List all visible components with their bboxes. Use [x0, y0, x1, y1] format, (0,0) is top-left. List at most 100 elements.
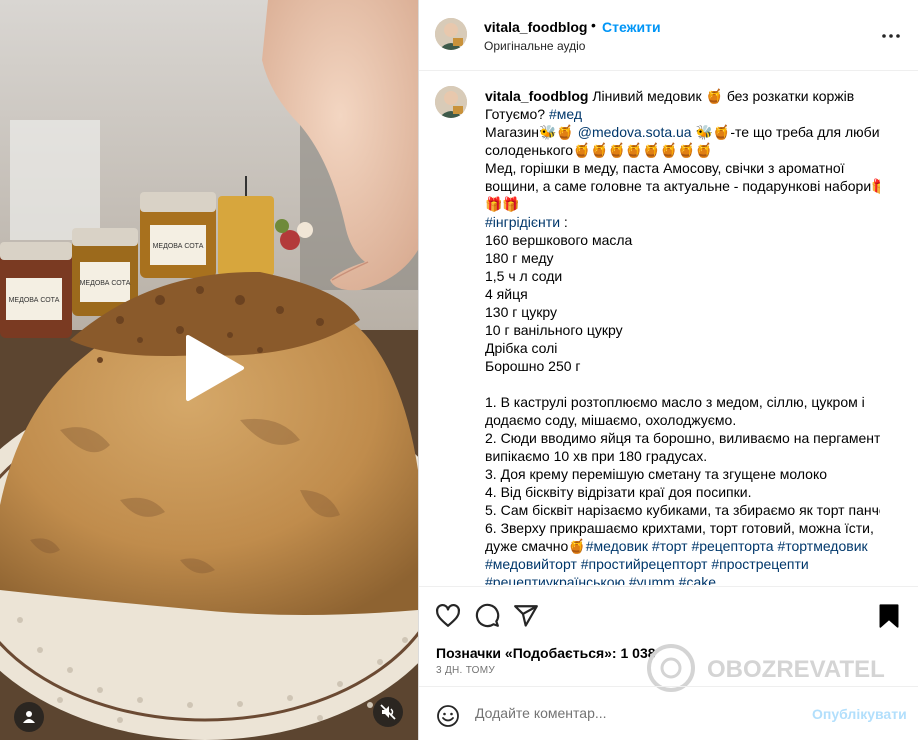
caption-line-text: Готуємо?	[485, 106, 549, 122]
audio-link[interactable]: Оригінальне аудіо	[484, 39, 585, 53]
comment-button[interactable]	[474, 603, 500, 629]
hashtag-link[interactable]: @medova.sota.ua	[578, 124, 692, 140]
svg-text:OBOZREVATEL: OBOZREVATEL	[707, 656, 885, 683]
caption-line: Магазин🐝🍯 @medova.sota.ua 🐝🍯-те що треба…	[485, 123, 880, 141]
play-icon	[186, 335, 244, 401]
caption-line: 4 яйця	[485, 285, 880, 303]
caption-line: vitala_foodblog Лінивий медовик 🍯 без ро…	[485, 87, 880, 105]
hashtag-link[interactable]: #медовик #торт #рецепторта #тортмедовик	[586, 538, 868, 554]
comment-bar: Опублікувати	[419, 686, 918, 740]
caption-line-text: 3. Доя крему перемішую сметану та згущен…	[485, 466, 828, 482]
caption-line-text: випікаємо 10 хв при 180 градусах.	[485, 448, 708, 464]
caption-line: #медовийторт #простийрецепторт #прострец…	[485, 555, 880, 573]
caption-line: Дрібка солі	[485, 339, 880, 357]
jar-label: МЕДОВА СОТА	[80, 280, 131, 287]
caption-line-text: 2. Сюди вводимо яйця та борошно, виливає…	[485, 430, 880, 446]
caption-text: vitala_foodblog Лінивий медовик 🍯 без ро…	[485, 87, 880, 585]
caption-line-text: Магазин🐝🍯	[485, 124, 578, 140]
caption-line-text: вощини, а саме головне та актуальне - по…	[485, 178, 880, 194]
caption-area: vitala_foodblog Лінивий медовик 🍯 без ро…	[419, 72, 918, 585]
caption-line-text: Мед, горішки в меду, паста Амосову, свіч…	[485, 160, 845, 176]
likes-count[interactable]: Позначки «Подобається»: 1 038	[436, 645, 656, 661]
caption-line: 6. Зверху прикрашаємо крихтами, торт гот…	[485, 519, 880, 537]
caption-line-text: 130 г цукру	[485, 304, 558, 320]
hashtag-link[interactable]: #мед	[549, 106, 582, 122]
more-options-button[interactable]	[879, 26, 903, 46]
caption-line: додаємо соду, мішаємо, охолоджуємо.	[485, 411, 880, 429]
caption-line-text: 5. Сам бісквіт нарізаємо кубиками, та зб…	[485, 502, 880, 518]
separator-dot: •	[591, 17, 596, 33]
heart-icon	[436, 603, 460, 627]
like-button[interactable]	[435, 603, 461, 629]
action-section: Позначки «Подобається»: 1 038 3 ДН. ТОМУ…	[419, 586, 918, 740]
jar-label: МЕДОВА СОТА	[153, 243, 204, 250]
caption-line: вощини, а саме головне та актуальне - по…	[485, 177, 880, 195]
caption-line-text: 160 вершкового масла	[485, 232, 633, 248]
video-player[interactable]: МЕДОВА СОТА МЕДОВА СОТА МЕДОВА СОТА	[0, 0, 418, 740]
publish-button[interactable]: Опублікувати	[812, 706, 907, 722]
hashtag-link[interactable]: #інгрідієнти	[485, 214, 560, 230]
share-button[interactable]	[513, 603, 539, 629]
follow-button[interactable]: Стежити	[602, 19, 661, 35]
caption-line: Мед, горішки в меду, паста Амосову, свіч…	[485, 159, 880, 177]
avatar[interactable]	[435, 86, 467, 118]
caption-line-text: солоденького🍯🍯🍯🍯🍯🍯🍯🍯	[485, 142, 713, 158]
caption-line: дуже смачно🍯#медовик #торт #рецепторта #…	[485, 537, 880, 555]
caption-line	[485, 375, 880, 393]
caption-line: 🎁🎁	[485, 195, 880, 213]
caption-line-text: Дрібка солі	[485, 340, 558, 356]
caption-username[interactable]: vitala_foodblog	[485, 88, 588, 104]
jar-label: МЕДОВА СОТА	[9, 297, 60, 304]
comment-input[interactable]	[475, 705, 795, 721]
caption-line-text: 1,5 ч л соди	[485, 268, 563, 284]
avatar[interactable]	[435, 18, 467, 50]
user-icon	[23, 711, 35, 723]
tagged-users-button[interactable]	[14, 702, 44, 732]
post-panel: vitala_foodblog • Стежити Оригінальне ау…	[418, 0, 918, 740]
comment-icon	[475, 603, 500, 628]
bookmark-filled-icon	[879, 604, 899, 628]
send-icon	[514, 605, 538, 627]
caption-line-text: 🐝🍯-те що треба для любителів	[695, 124, 880, 140]
caption-line: 1. В каструлі розтоплюємо масло з медом,…	[485, 393, 880, 411]
hashtag-link[interactable]: #медовийторт #простийрецепторт #прострец…	[485, 556, 809, 572]
header-username[interactable]: vitala_foodblog	[484, 19, 587, 35]
caption-line: 160 вершкового масла	[485, 231, 880, 249]
caption-line-text: 1. В каструлі розтоплюємо масло з медом,…	[485, 394, 865, 410]
speaker-muted-icon	[380, 704, 396, 720]
play-button[interactable]	[178, 333, 248, 403]
caption-line: 130 г цукру	[485, 303, 880, 321]
caption-line-text: додаємо соду, мішаємо, охолоджуємо.	[485, 412, 737, 428]
caption-line-text: 180 г меду	[485, 250, 554, 266]
caption-line: Борошно 250 г	[485, 357, 880, 375]
caption-line: солоденького🍯🍯🍯🍯🍯🍯🍯🍯	[485, 141, 880, 159]
post-header: vitala_foodblog • Стежити Оригінальне ау…	[419, 0, 918, 71]
post-time[interactable]: 3 ДН. ТОМУ	[436, 665, 495, 676]
caption-line-text: 6. Зверху прикрашаємо крихтами, торт гот…	[485, 520, 874, 536]
caption-line: 180 г меду	[485, 249, 880, 267]
caption-line: 5. Сам бісквіт нарізаємо кубиками, та зб…	[485, 501, 880, 519]
caption-line: 1,5 ч л соди	[485, 267, 880, 285]
caption-line-text: :	[560, 214, 568, 230]
mute-button[interactable]	[373, 697, 403, 727]
avatar-image	[435, 18, 467, 50]
caption-line-text: 4 яйця	[485, 286, 528, 302]
smiley-icon	[437, 705, 459, 727]
caption-line-text: 4. Від бісквіту відрізати краї доя посип…	[485, 484, 752, 500]
caption-line: Готуємо? #мед	[485, 105, 880, 123]
more-horizontal-icon	[882, 34, 900, 38]
caption-line: #інгрідієнти :	[485, 213, 880, 231]
caption-line: 10 г ванільного цукру	[485, 321, 880, 339]
post-dialog: МЕДОВА СОТА МЕДОВА СОТА МЕДОВА СОТА vita…	[0, 0, 918, 740]
avatar-image	[435, 86, 467, 118]
emoji-button[interactable]	[436, 704, 460, 728]
caption-line: випікаємо 10 хв при 180 градусах.	[485, 447, 880, 465]
caption-line: 3. Доя крему перемішую сметану та згущен…	[485, 465, 880, 483]
hashtag-link[interactable]: #рецептиукраїнською #yumm #cake	[485, 574, 716, 585]
caption-line-text: 10 г ванільного цукру	[485, 322, 623, 338]
caption-line: #рецептиукраїнською #yumm #cake	[485, 573, 880, 585]
caption-line-text: 🎁🎁	[485, 196, 520, 212]
caption-line: 4. Від бісквіту відрізати краї доя посип…	[485, 483, 880, 501]
save-button[interactable]	[876, 603, 902, 629]
caption-line: 2. Сюди вводимо яйця та борошно, виливає…	[485, 429, 880, 447]
